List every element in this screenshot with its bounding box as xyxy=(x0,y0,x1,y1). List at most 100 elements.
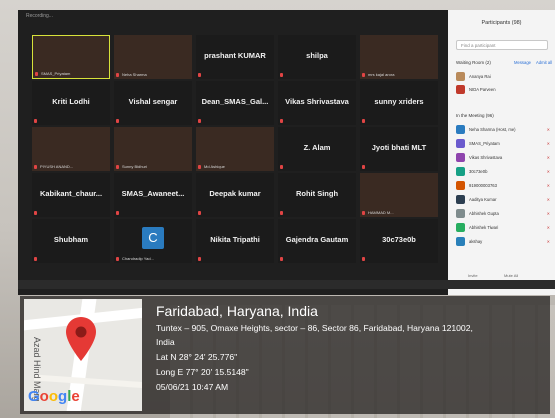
muted-mic-icon xyxy=(362,165,365,169)
participant-name: Nikita Tripathi xyxy=(210,235,260,244)
muted-mic-icon: ✕ xyxy=(546,183,550,188)
meeting-participant[interactable]: Abhishek Tiwari ✕ xyxy=(456,222,550,234)
video-tile[interactable]: C Chandradip Yad... xyxy=(114,219,192,263)
participant-name: SMAS_Awaneet... xyxy=(121,189,185,198)
participant-name: Vishal sengar xyxy=(128,97,178,106)
admit-all-button[interactable]: Admit all xyxy=(536,60,552,65)
video-tile[interactable]: Dean_SMAS_Gal... xyxy=(196,81,274,125)
map-thumbnail: Azad Hind Marg Google xyxy=(24,299,142,411)
muted-mic-icon xyxy=(280,211,283,215)
avatar xyxy=(456,209,465,218)
participant-name: shilpa xyxy=(306,51,328,60)
mute-all-button[interactable]: Mute All xyxy=(504,273,518,278)
geotag-latitude: Lat N 28° 24' 25.776" xyxy=(156,352,238,362)
meeting-participant[interactable]: 919000003763 ✕ xyxy=(456,180,550,192)
recording-indicator: Recording... xyxy=(26,13,53,19)
participant-name: Neha Sharma (Host, me) xyxy=(469,127,516,132)
meeting-participant[interactable]: akshay ✕ xyxy=(456,236,550,248)
muted-mic-icon xyxy=(198,257,201,261)
video-tile[interactable]: prashant KUMAR xyxy=(196,35,274,79)
location-pin-icon xyxy=(66,317,96,361)
video-tile[interactable]: Shubham xyxy=(32,219,110,263)
participant-name: NIDA Parveen xyxy=(469,87,496,92)
participant-name: Gajendra Gautam xyxy=(285,235,349,244)
muted-mic-icon xyxy=(280,165,283,169)
muted-mic-icon xyxy=(198,119,201,123)
muted-mic-icon xyxy=(116,211,119,215)
participant-name: Kriti Lodhi xyxy=(52,97,90,106)
video-tile[interactable]: shilpa xyxy=(278,35,356,79)
video-tile[interactable]: Rohit Singh xyxy=(278,173,356,217)
waiting-participant[interactable]: Ananya Rai xyxy=(456,71,550,83)
video-tile[interactable]: sunny xriders xyxy=(360,81,438,125)
participant-name: Shubham xyxy=(53,235,89,244)
muted-mic-icon xyxy=(34,257,37,261)
participant-name: Rohit Singh xyxy=(295,189,339,198)
participant-name: 919000003763 xyxy=(469,183,497,188)
meeting-participant[interactable]: SMAS_Priyatam ✕ xyxy=(456,138,550,150)
participant-name: Jyoti bhati MLT xyxy=(371,143,427,152)
muted-mic-icon: ✕ xyxy=(546,225,550,230)
muted-mic-icon xyxy=(116,119,119,123)
meeting-participant[interactable]: Neha Sharma (Host, me) ✕ xyxy=(456,124,550,136)
participant-name: Aaditya Kumar xyxy=(469,197,497,202)
participant-name: akshay xyxy=(469,239,483,244)
video-tile[interactable]: Vishal sengar xyxy=(114,81,192,125)
participant-name: Sunny Bidhuri xyxy=(122,164,147,169)
muted-mic-icon: ✕ xyxy=(546,197,550,202)
participant-name: PIYUSH ANAND... xyxy=(40,164,74,169)
muted-mic-icon xyxy=(362,257,365,261)
participant-name: Abhishek Tiwari xyxy=(469,225,499,230)
avatar xyxy=(456,223,465,232)
video-tile[interactable]: Md Ashique xyxy=(196,127,274,171)
participant-search-input[interactable]: Find a participant xyxy=(456,40,548,50)
video-tile[interactable]: Neha Sharma xyxy=(114,35,192,79)
video-tile[interactable]: mrs kajal arora xyxy=(360,35,438,79)
muted-mic-icon: ✕ xyxy=(546,239,550,244)
muted-mic-icon: ✕ xyxy=(546,211,550,216)
muted-mic-icon xyxy=(198,165,201,169)
meeting-participant[interactable]: Abhishek Gupta ✕ xyxy=(456,208,550,220)
meeting-participant[interactable]: Vikas Shrivastava ✕ xyxy=(456,152,550,164)
waiting-participant[interactable]: NIDA Parveen xyxy=(456,84,550,96)
participant-name: prashant KUMAR xyxy=(204,51,266,60)
message-button[interactable]: Message xyxy=(514,60,531,65)
video-tile[interactable]: Vikas Shrivastava xyxy=(278,81,356,125)
video-tile[interactable]: Sunny Bidhuri xyxy=(114,127,192,171)
video-tile[interactable]: Deepak kumar xyxy=(196,173,274,217)
participant-name: SMAS_Priyatam xyxy=(41,71,71,76)
video-tile[interactable]: Nikita Tripathi xyxy=(196,219,274,263)
geotag-longitude: Long E 77° 20' 15.5148" xyxy=(156,367,249,377)
participant-name: Md Ashique xyxy=(204,164,225,169)
video-tile[interactable]: 30c73e0b xyxy=(360,219,438,263)
meeting-participant[interactable]: 30c73e0b ✕ xyxy=(456,166,550,178)
waiting-room-heading: Waiting Room (2) xyxy=(456,60,491,65)
participant-name: Vikas Shrivastava xyxy=(469,155,503,160)
meeting-participant[interactable]: Aaditya Kumar ✕ xyxy=(456,194,550,206)
video-tile[interactable]: SMAS_Priyatam xyxy=(32,35,110,79)
muted-mic-icon xyxy=(34,165,37,169)
participant-name: Kabikant_chaur... xyxy=(39,189,103,198)
muted-mic-icon xyxy=(280,119,283,123)
video-tile[interactable]: Kabikant_chaur... xyxy=(32,173,110,217)
video-tile[interactable]: HAMMAD M... xyxy=(360,173,438,217)
video-tile[interactable]: PIYUSH ANAND... xyxy=(32,127,110,171)
avatar xyxy=(456,125,465,134)
video-tile[interactable]: Gajendra Gautam xyxy=(278,219,356,263)
video-tile[interactable]: SMAS_Awaneet... xyxy=(114,173,192,217)
participants-title: Participants (98) xyxy=(481,20,522,26)
initial-avatar: C xyxy=(142,227,164,249)
geotag-city: Faridabad, Haryana, India xyxy=(156,303,318,319)
video-tile[interactable]: Z. Alam xyxy=(278,127,356,171)
invite-button[interactable]: Invite xyxy=(468,273,478,278)
participant-name: Vikas Shrivastava xyxy=(285,97,349,106)
muted-mic-icon xyxy=(116,257,119,261)
video-tile[interactable]: Kriti Lodhi xyxy=(32,81,110,125)
geotag-address: Tuntex – 905, Omaxe Heights, sector – 86… xyxy=(156,323,473,333)
laptop-screen: Recording... SMAS_Priyatam Neha Sharma pra… xyxy=(18,10,555,295)
muted-mic-icon: ✕ xyxy=(546,169,550,174)
avatar xyxy=(456,237,465,246)
video-tile[interactable]: Jyoti bhati MLT xyxy=(360,127,438,171)
muted-mic-icon: ✕ xyxy=(546,155,550,160)
muted-mic-icon xyxy=(362,211,365,215)
